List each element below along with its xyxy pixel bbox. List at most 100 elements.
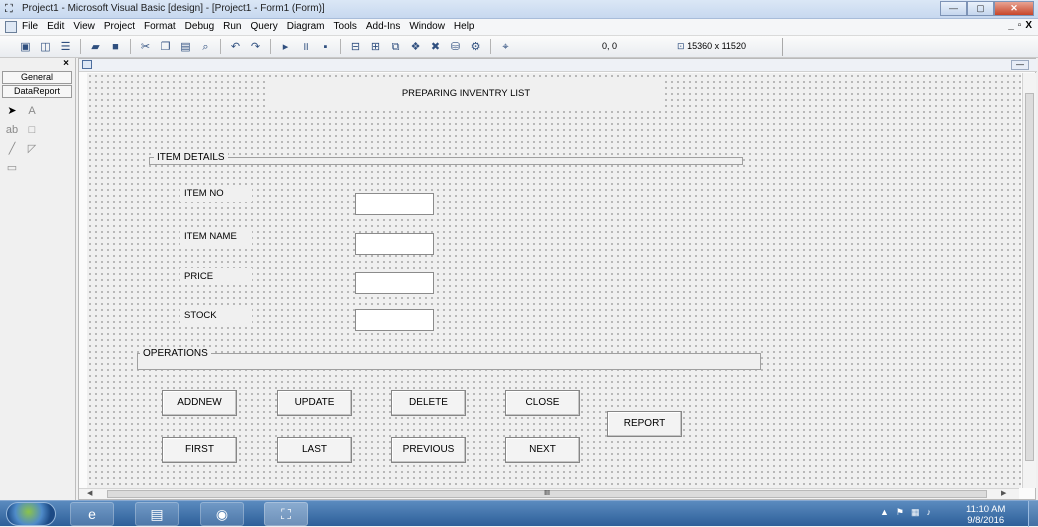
- menu-run[interactable]: Run: [223, 21, 241, 32]
- menu-editor-icon[interactable]: ☰: [58, 39, 73, 54]
- close-button[interactable]: CLOSE: [505, 390, 580, 416]
- last-button[interactable]: LAST: [277, 437, 352, 463]
- tray-expand-icon[interactable]: ▲: [880, 507, 889, 518]
- network-icon[interactable]: ▦: [911, 507, 920, 518]
- form-system-icon[interactable]: [5, 21, 17, 33]
- cut-icon[interactable]: ✂: [138, 39, 153, 54]
- start-button[interactable]: [6, 502, 56, 526]
- scroll-left-arrow-icon[interactable]: ◀: [87, 489, 92, 497]
- menu-query[interactable]: Query: [250, 21, 277, 32]
- show-desktop-button[interactable]: [1028, 501, 1038, 527]
- previous-button[interactable]: PREVIOUS: [391, 437, 466, 463]
- item-details-frame[interactable]: ITEM DETAILS: [149, 152, 743, 165]
- toolbox-close-button[interactable]: ×: [63, 58, 69, 69]
- operations-frame[interactable]: OPERATIONS: [137, 348, 761, 370]
- undo-icon[interactable]: ↶: [228, 39, 243, 54]
- menu-add-ins[interactable]: Add-Ins: [366, 21, 400, 32]
- visual-basic-task-icon[interactable]: ⛶: [264, 502, 308, 526]
- title-label[interactable]: PREPARING INVENTRY LIST: [267, 79, 665, 109]
- media-player-icon[interactable]: ◉: [200, 502, 244, 526]
- item-name-label[interactable]: ITEM NAME: [180, 228, 252, 245]
- menu-diagram[interactable]: Diagram: [287, 21, 325, 32]
- menu-view[interactable]: View: [73, 21, 95, 32]
- update-button[interactable]: UPDATE: [277, 390, 352, 416]
- minimize-button[interactable]: —: [940, 1, 967, 16]
- size-readout: ⊡ 15360 x 11520: [677, 41, 746, 52]
- mdi-restore-button[interactable]: ▫: [1018, 20, 1022, 31]
- item-no-textbox[interactable]: [355, 193, 434, 215]
- break-icon[interactable]: ॥: [298, 39, 313, 54]
- shape-tool-icon[interactable]: ◸: [24, 141, 40, 157]
- form-layout-icon[interactable]: ⧉: [388, 39, 403, 54]
- volume-icon[interactable]: ♪: [927, 507, 932, 518]
- toolbox-tab-general[interactable]: General: [2, 71, 72, 84]
- end-icon[interactable]: ▪: [318, 39, 333, 54]
- clock-time: 11:10 AM: [966, 504, 1006, 515]
- menu-debug[interactable]: Debug: [185, 21, 214, 32]
- designer-vertical-scrollbar[interactable]: [1022, 73, 1036, 488]
- item-name-textbox[interactable]: [355, 233, 434, 255]
- add-form-icon[interactable]: ◫: [38, 39, 53, 54]
- textbox-tool-icon[interactable]: ab: [4, 122, 20, 138]
- data-view-icon[interactable]: ⛁: [448, 39, 463, 54]
- size-readout-value: 15360 x 11520: [687, 41, 746, 51]
- pointer-icon[interactable]: ➤: [4, 103, 20, 119]
- find-icon[interactable]: ⌕: [198, 39, 213, 54]
- menu-file[interactable]: File: [22, 21, 38, 32]
- object-browser-icon[interactable]: ❖: [408, 39, 423, 54]
- next-button[interactable]: NEXT: [505, 437, 580, 463]
- stock-label[interactable]: STOCK: [180, 307, 252, 324]
- mdi-minimize-button[interactable]: _: [1008, 20, 1014, 31]
- system-tray: ▲ ⚑ ▦ ♪: [880, 507, 931, 518]
- stock-textbox[interactable]: [355, 309, 434, 331]
- horizontal-scroll-thumb[interactable]: III: [107, 490, 987, 498]
- copy-icon[interactable]: ❐: [158, 39, 173, 54]
- file-explorer-icon[interactable]: ▤: [135, 502, 179, 526]
- delete-button[interactable]: DELETE: [391, 390, 466, 416]
- line-tool-icon[interactable]: ╱: [4, 141, 20, 157]
- window-title: Project1 - Microsoft Visual Basic [desig…: [22, 3, 325, 14]
- mdi-close-button[interactable]: X: [1025, 20, 1032, 31]
- toolbox-tab-datareport[interactable]: DataReport: [2, 85, 72, 98]
- menu-help[interactable]: Help: [454, 21, 475, 32]
- component-manager-icon[interactable]: ⚙: [468, 39, 483, 54]
- menu-bar: File Edit View Project Format Debug Run …: [0, 19, 1038, 36]
- redo-icon[interactable]: ↷: [248, 39, 263, 54]
- menu-edit[interactable]: Edit: [47, 21, 64, 32]
- properties-window-icon[interactable]: ⊞: [368, 39, 383, 54]
- position-readout: 0, 0: [602, 41, 618, 51]
- close-window-button[interactable]: ✕: [994, 1, 1034, 16]
- item-no-label[interactable]: ITEM NO: [180, 185, 252, 202]
- menu-tools[interactable]: Tools: [334, 21, 357, 32]
- action-center-icon[interactable]: ⚑: [896, 507, 904, 518]
- maximize-button[interactable]: ▢: [967, 1, 994, 16]
- start-icon[interactable]: ▸: [278, 39, 293, 54]
- price-label[interactable]: PRICE: [180, 268, 252, 285]
- scroll-right-arrow-icon[interactable]: ▶: [1001, 489, 1006, 497]
- open-project-icon[interactable]: ▰: [88, 39, 103, 54]
- toolbox-icon[interactable]: ✖: [428, 39, 443, 54]
- price-textbox[interactable]: [355, 272, 434, 294]
- clock-date: 9/8/2016: [967, 515, 1005, 526]
- clock[interactable]: 11:10 AM 9/8/2016: [966, 504, 1005, 526]
- designer-minimize-button[interactable]: —: [1011, 60, 1029, 70]
- vb-app-icon[interactable]: ⛶: [5, 3, 13, 15]
- paste-icon[interactable]: ▤: [178, 39, 193, 54]
- internet-explorer-icon[interactable]: e: [70, 502, 114, 526]
- first-button[interactable]: FIRST: [162, 437, 237, 463]
- designer-horizontal-scrollbar[interactable]: ◀ III ▶: [79, 488, 1019, 499]
- image-tool-icon[interactable]: ▭: [4, 160, 20, 176]
- addnew-button[interactable]: ADDNEW: [162, 390, 237, 416]
- frame-tool-icon[interactable]: □: [24, 122, 40, 138]
- vertical-scroll-thumb[interactable]: [1025, 93, 1034, 461]
- menu-format[interactable]: Format: [144, 21, 176, 32]
- save-project-icon[interactable]: ■: [108, 39, 123, 54]
- form-designer-caption: —: [79, 59, 1037, 72]
- project-explorer-icon[interactable]: ⊟: [348, 39, 363, 54]
- report-button[interactable]: REPORT: [607, 411, 682, 437]
- add-project-icon[interactable]: ▣: [18, 39, 33, 54]
- label-tool-icon[interactable]: A: [24, 103, 40, 119]
- menu-window[interactable]: Window: [409, 21, 445, 32]
- form1-canvas[interactable]: PREPARING INVENTRY LIST ITEM DETAILS ITE…: [87, 73, 1021, 488]
- menu-project[interactable]: Project: [104, 21, 135, 32]
